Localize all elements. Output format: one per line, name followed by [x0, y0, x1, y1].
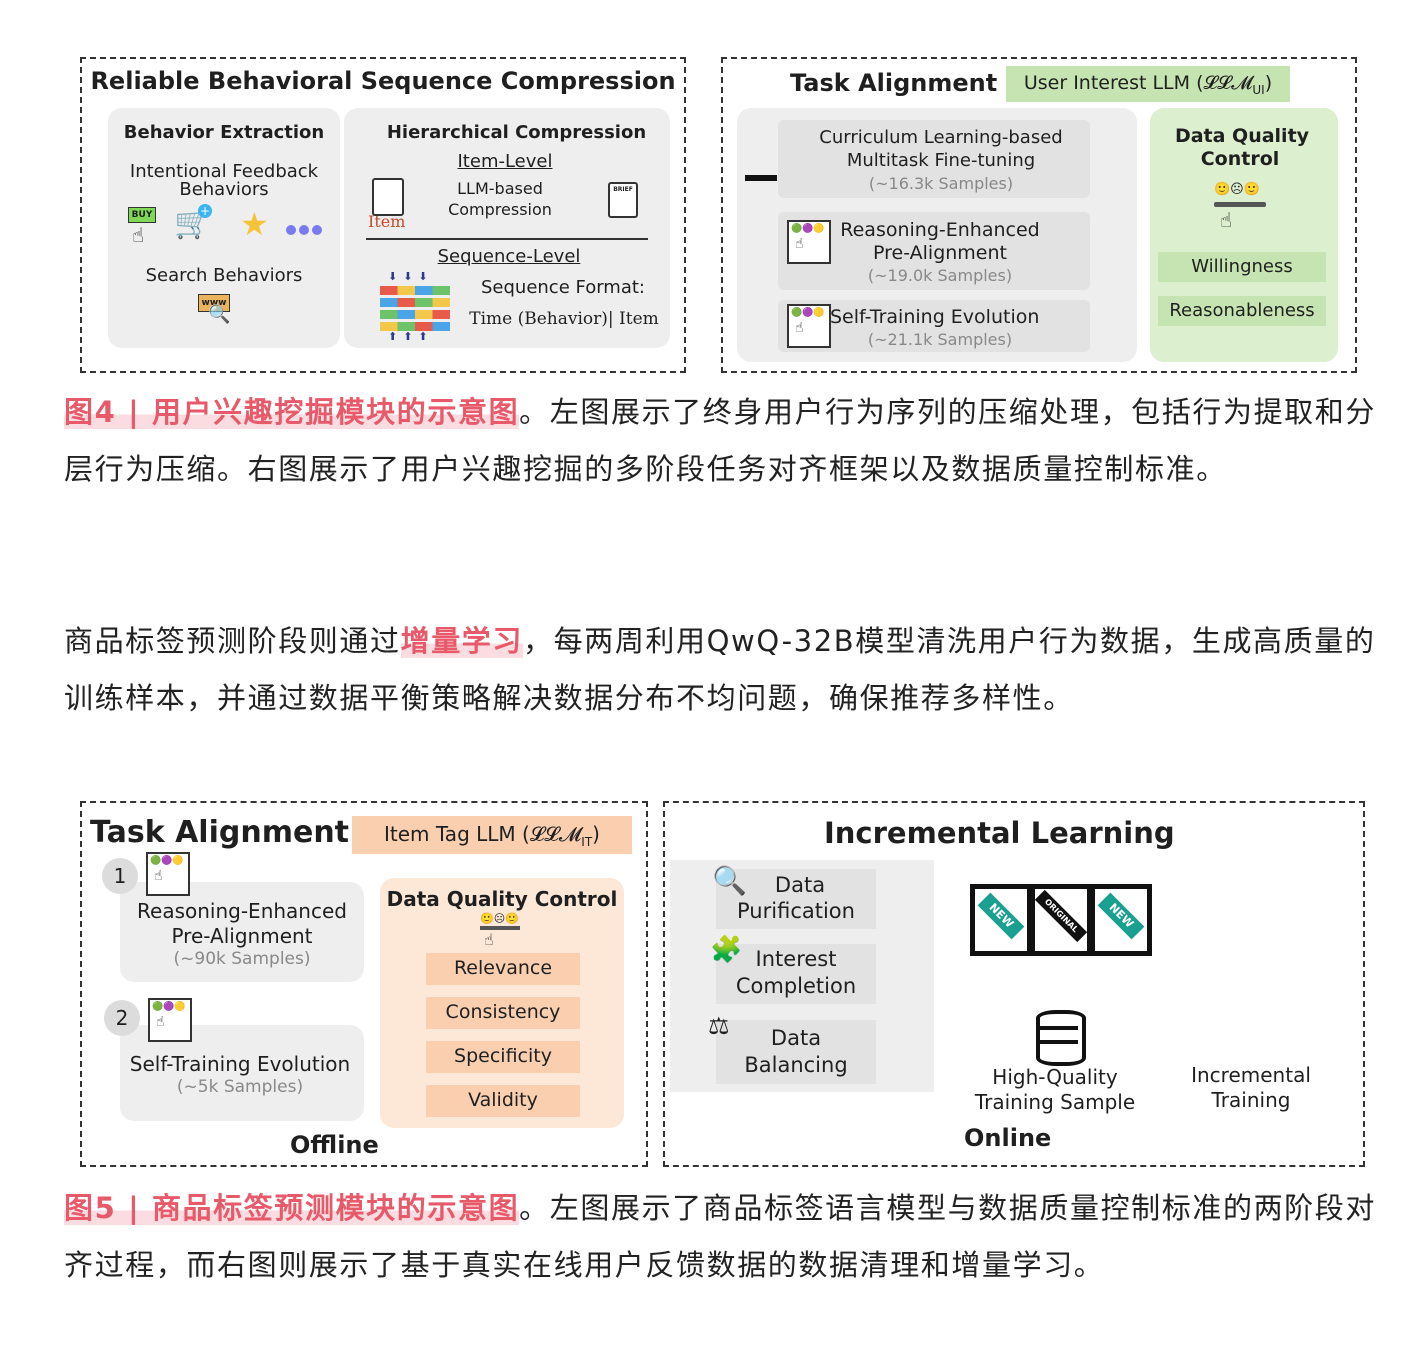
interest-line2: Completion [735, 974, 857, 998]
fig4-left-title: Reliable Behavioral Sequence Compression [90, 67, 676, 95]
puzzle-icon: 🧩 [710, 935, 743, 965]
purification-line2: Purification [737, 899, 855, 923]
item-doc-icon [372, 178, 404, 216]
balancing-line2: Balancing [744, 1053, 848, 1077]
figure-5-caption: 图5 | 商品标签预测模块的示意图。左图展示了商品标签语言模型与数据质量控制标准… [64, 1180, 1376, 1294]
divider [366, 238, 648, 240]
smiley-rating-icon-2: 🙂☹🙂 [480, 912, 519, 925]
database-line-2 [1036, 1040, 1078, 1044]
dq-title-line2: Control [1200, 148, 1280, 170]
step2-label: Self-Training Evolution [129, 1052, 351, 1076]
more-dots-icon [286, 220, 322, 239]
fig5-right-title: Incremental Learning [824, 816, 1175, 850]
pointer-hand-icon: ☝ [132, 223, 145, 247]
pointer-hand-icon-2: ☝ [1220, 208, 1233, 232]
paragraph-before: 商品标签预测阶段则通过 [64, 624, 401, 658]
relevance-label: Relevance [453, 957, 553, 979]
badge-subscript: UI [1252, 82, 1265, 97]
new-tag-1: NEW [977, 892, 1025, 940]
pointer-hand-icon-3: ☝ [484, 930, 494, 949]
specificity-label: Specificity [454, 1045, 552, 1067]
add-icon: + [198, 204, 212, 218]
figure-4-caption: 图4 | 用户兴趣挖掘模块的示意图。左图展示了终身用户行为序列的压缩处理，包括行… [64, 384, 1376, 498]
paragraph-highlight: 增量学习 [400, 624, 524, 658]
dq-control-title: Data Quality Control [386, 887, 618, 911]
validity-label: Validity [468, 1089, 538, 1111]
curriculum-line2: Multitask Fine-tuning [846, 150, 1036, 171]
behavior-extraction-title: Behavior Extraction [123, 122, 325, 143]
dash-marker [745, 175, 777, 181]
self-training-label: Self-Training Evolution [830, 306, 1040, 328]
database-line [1036, 1026, 1078, 1030]
sequence-bars-icon [380, 286, 450, 331]
reasoning-line2: Pre-Alignment [873, 242, 1007, 264]
feedback-panel-icon-4: 🟢🟣🟡 ☝ [148, 998, 192, 1042]
figure-5-caption-label: 图5 | 商品标签预测模块的示意图 [64, 1191, 520, 1225]
curriculum-samples: (~16.3k Samples) [868, 174, 1014, 193]
step1-samples: (~90k Samples) [173, 949, 311, 969]
hq-sample-line2: Training Sample [974, 1090, 1136, 1114]
llm-compression-line2: Compression [448, 200, 552, 219]
badge-text: User Interest LLM (𝓛𝓛𝓜 [1023, 72, 1253, 94]
offline-label: Offline [290, 1131, 379, 1159]
up-arrows-icon: ⬆⬆⬆ [388, 330, 434, 343]
purification-line1: Data [774, 873, 826, 897]
curriculum-line1: Curriculum Learning-based [819, 127, 1063, 148]
step2-number: 2 [104, 1000, 140, 1036]
hierarchical-compression-title: Hierarchical Compression [386, 122, 647, 143]
item-level-label: Item-Level [457, 151, 553, 172]
figure-4-caption-label: 图4 | 用户兴趣挖掘模块的示意图 [64, 395, 520, 429]
step2-samples: (~5k Samples) [176, 1077, 304, 1097]
user-interest-llm-badge: User Interest LLM (𝓛𝓛𝓜UI) [1006, 66, 1290, 102]
original-card: ORIGINAL [1030, 884, 1092, 956]
dq-title-line1: Data Quality [1174, 125, 1310, 147]
badge-close-2: ) [592, 822, 600, 846]
database-icon [1036, 1010, 1086, 1066]
brief-doc-icon: BRIEF [608, 182, 638, 218]
self-training-samples: (~21.1k Samples) [867, 330, 1013, 349]
hq-sample-line1: High-Quality [992, 1065, 1118, 1089]
smiley-rating-icon: 🙂☹🙂 [1214, 182, 1260, 197]
interest-line1: Interest [755, 947, 837, 971]
consistency-label: Consistency [445, 1001, 561, 1023]
down-arrows-icon: ⬇⬇⬇ [388, 270, 434, 283]
badge-subscript-2: IT [581, 835, 593, 849]
badge-close: ) [1264, 72, 1273, 94]
inc-training-line1: Incremental [1191, 1063, 1311, 1087]
new-card-1: NEW [970, 884, 1032, 956]
balancing-line1: Data [770, 1026, 822, 1050]
body-paragraph: 商品标签预测阶段则通过增量学习，每两周利用QwQ-32B模型清洗用户行为数据，生… [64, 613, 1376, 727]
buy-label: BUY [128, 207, 156, 223]
feedback-panel-icon-2: 🟢🟣🟡 ☝ [787, 304, 831, 348]
item-label: Item [368, 212, 406, 231]
willingness-label: Willingness [1191, 256, 1293, 277]
inc-training-line2: Training [1211, 1088, 1291, 1112]
step1-line1: Reasoning-Enhanced [137, 899, 347, 923]
original-tag: ORIGINAL [1034, 889, 1088, 943]
new-tag-2: NEW [1097, 892, 1145, 940]
magnifier-icon: 🔍 [208, 304, 231, 325]
buy-click-icon: BUY ☝ [122, 205, 156, 247]
star-icon: ★ [240, 205, 269, 243]
reasoning-line1: Reasoning-Enhanced [840, 219, 1040, 241]
fig4-right-title: Task Alignment [790, 69, 998, 97]
reasoning-samples: (~19.0k Samples) [867, 266, 1013, 285]
sequence-level-label: Sequence-Level [437, 246, 581, 267]
llm-compression-line1: LLM-based [457, 179, 543, 198]
badge-text-2: Item Tag LLM (𝓛𝓛𝓜 [384, 822, 582, 846]
intentional-feedback-line2: Behaviors [179, 179, 269, 200]
sequence-format-value: Time (Behavior)| Item [469, 309, 659, 329]
brief-label: BRIEF [613, 186, 633, 193]
new-card-2: NEW [1090, 884, 1152, 956]
search-behaviors-label: Search Behaviors [145, 265, 303, 286]
fig5-left-title: Task Alignment [90, 815, 350, 850]
item-tag-llm-badge: Item Tag LLM (𝓛𝓛𝓜IT) [352, 816, 632, 854]
online-label: Online [964, 1124, 1052, 1152]
sequence-format-label: Sequence Format: [480, 277, 645, 298]
step1-number: 1 [102, 858, 138, 894]
step1-line2: Pre-Alignment [171, 924, 313, 948]
feedback-panel-icon-3: 🟢🟣🟡 ☝ [146, 852, 190, 896]
rating-bar [1214, 202, 1266, 207]
reasonableness-label: Reasonableness [1169, 300, 1315, 321]
